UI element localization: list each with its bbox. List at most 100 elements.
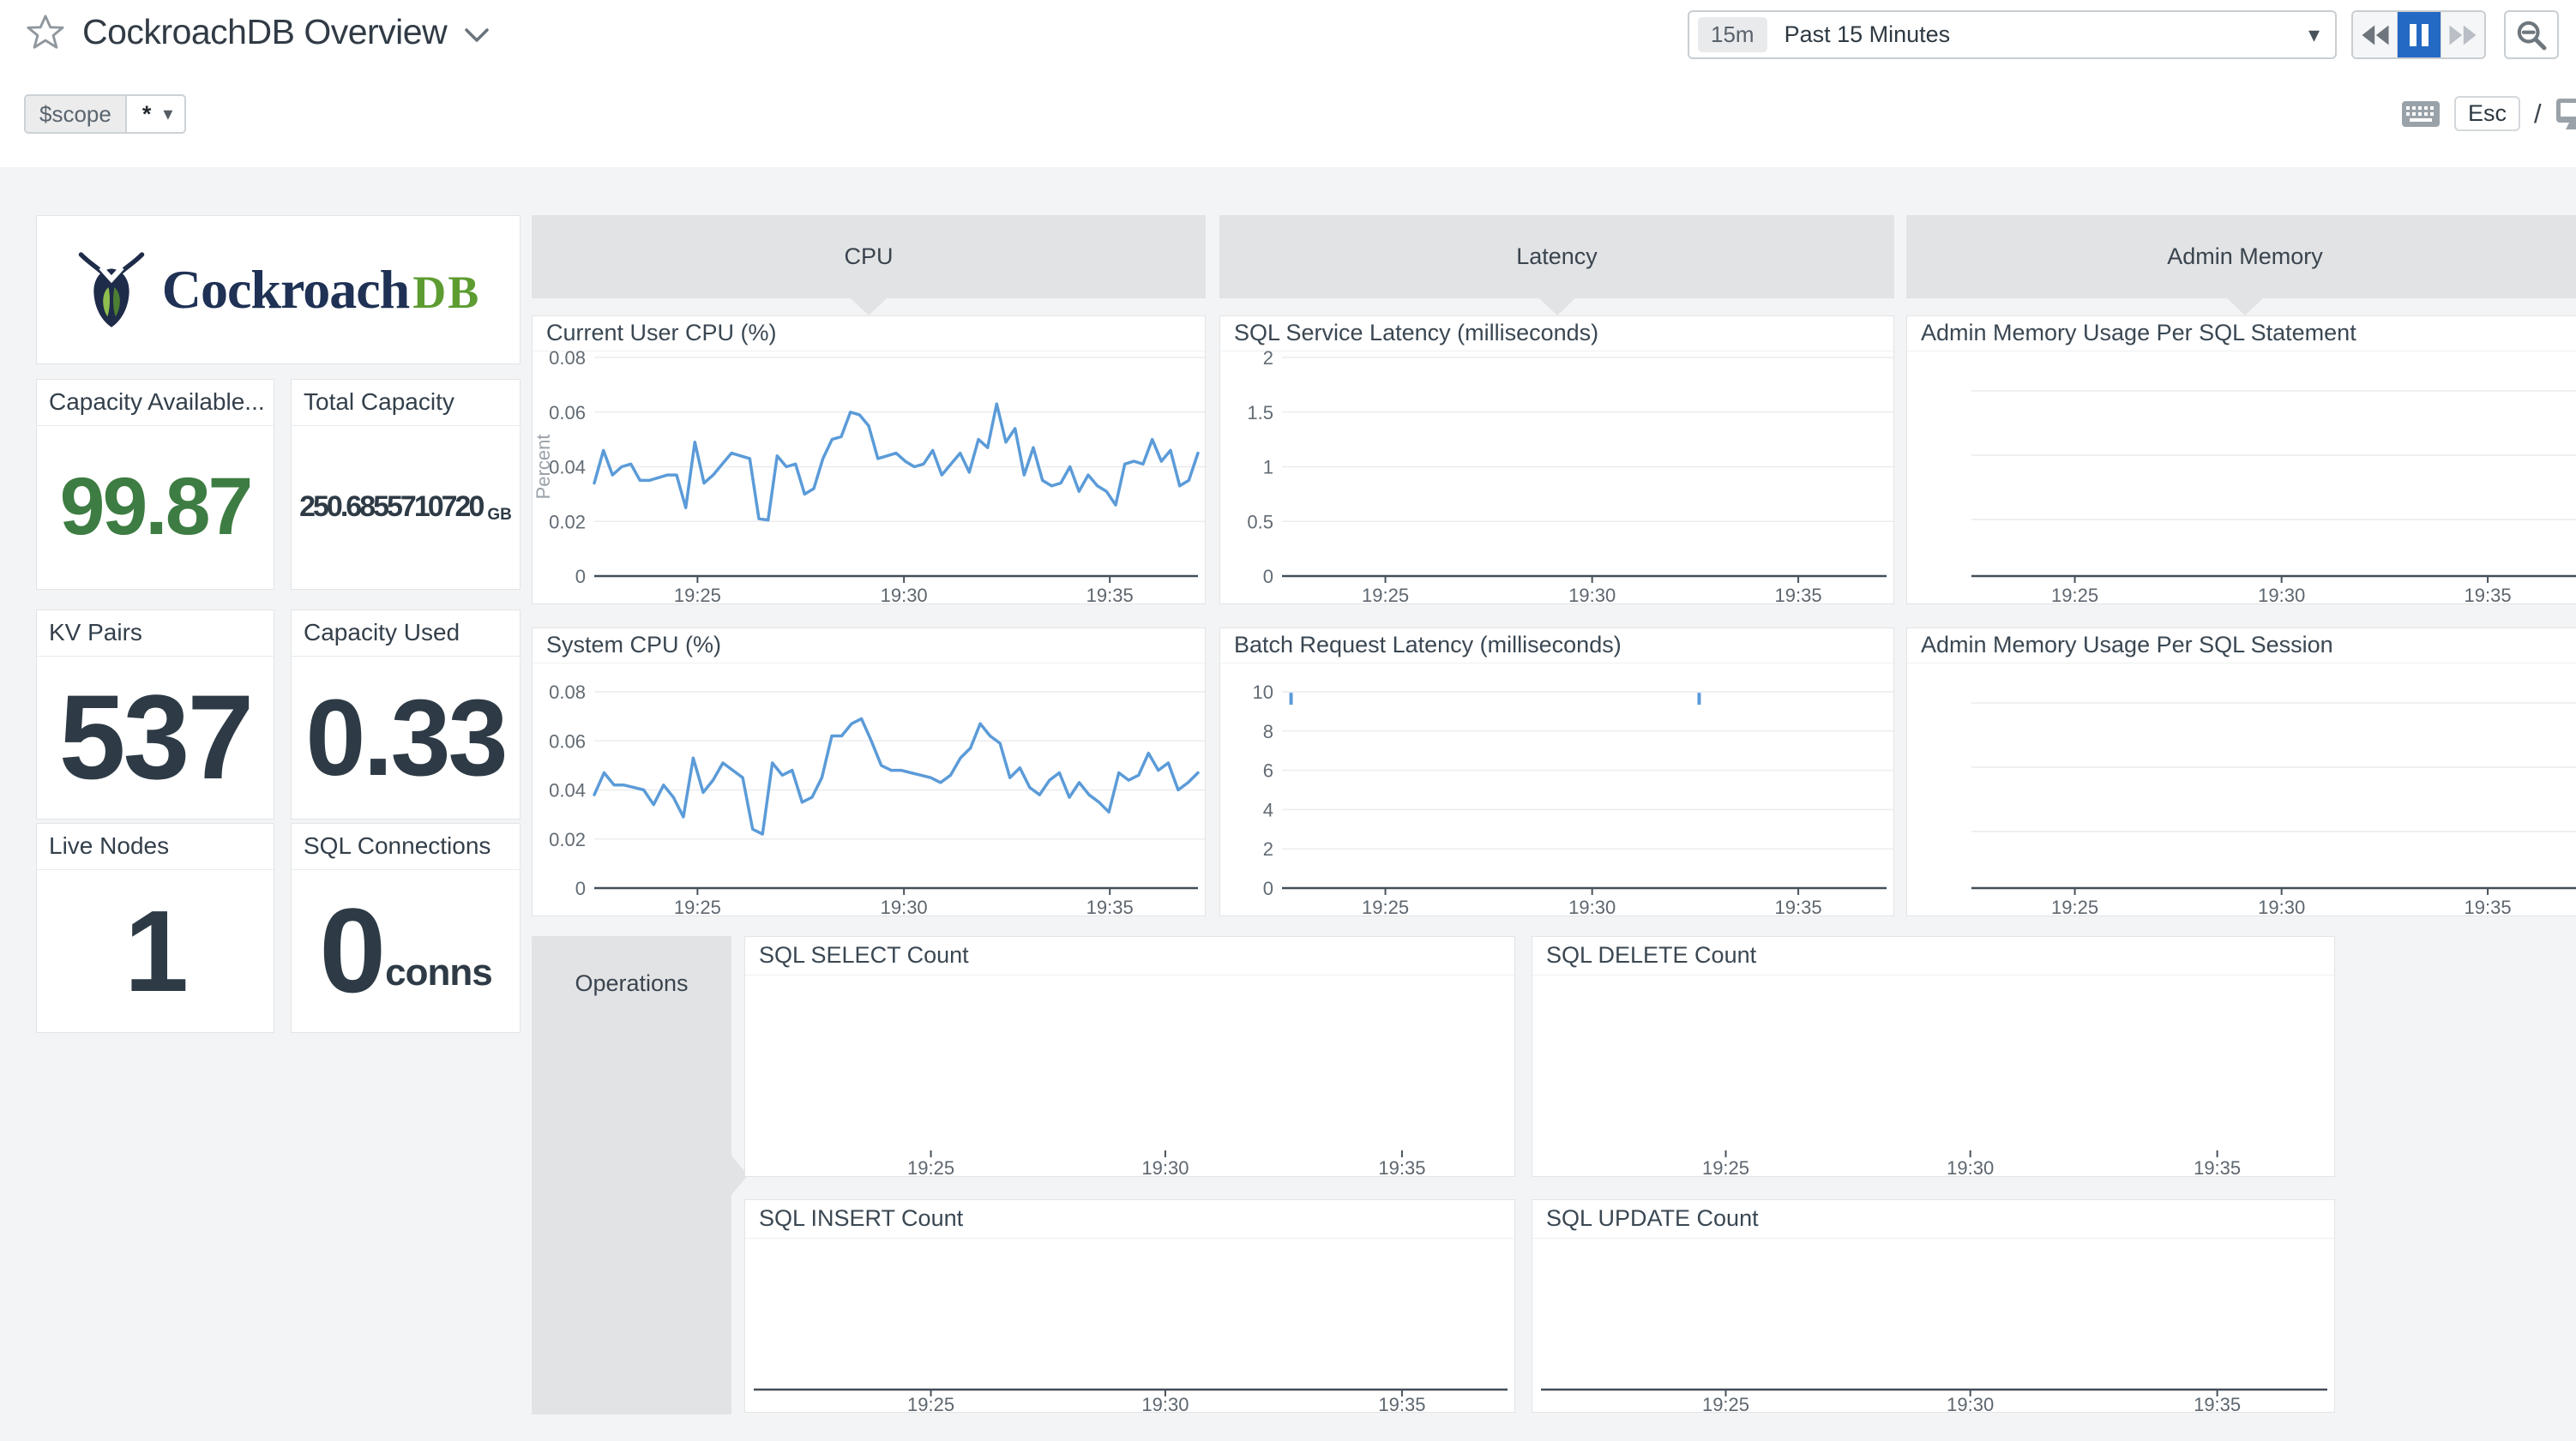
- stat-kv-pairs[interactable]: KV Pairs 537: [36, 609, 274, 820]
- stat-live-nodes[interactable]: Live Nodes 1: [36, 823, 274, 1033]
- svg-text:19:30: 19:30: [2258, 897, 2305, 916]
- svg-text:1.5: 1.5: [1247, 402, 1273, 423]
- svg-text:1: 1: [1263, 457, 1273, 478]
- svg-text:19:30: 19:30: [1568, 897, 1616, 916]
- svg-text:19:25: 19:25: [1362, 897, 1409, 916]
- chart-title: System CPU (%): [533, 628, 1205, 663]
- stat-unit: GB: [487, 506, 512, 525]
- stat-value: 0.33: [305, 675, 505, 800]
- chart-current-user-cpu[interactable]: Current User CPU (%) 00.020.040.060.0819…: [532, 315, 1206, 604]
- cockroachdb-logo-widget: CockroachDB: [36, 215, 521, 364]
- group-label: Admin Memory: [2167, 243, 2323, 270]
- svg-text:0.06: 0.06: [549, 730, 586, 752]
- time-range-label: Past 15 Minutes: [1785, 21, 2308, 48]
- chart-title: Current User CPU (%): [533, 316, 1205, 351]
- chart-title: SQL SELECT Count: [745, 937, 1514, 976]
- dashboard-title-row: CockroachDB Overview: [26, 12, 490, 52]
- svg-text:0: 0: [575, 878, 586, 899]
- svg-text:19:30: 19:30: [2258, 585, 2305, 603]
- chart-sql-select-count[interactable]: SQL SELECT Count 19:2519:3019:35: [744, 936, 1515, 1177]
- pause-button[interactable]: [2397, 12, 2441, 57]
- time-range-caret-icon: ▾: [2308, 21, 2320, 48]
- chart-title: SQL UPDATE Count: [1532, 1200, 2334, 1239]
- stat-title: SQL Connections: [292, 824, 520, 870]
- svg-text:19:35: 19:35: [1378, 1394, 1425, 1412]
- logo-db-suffix: DB: [412, 267, 480, 318]
- stat-sql-connections[interactable]: SQL Connections 0conns: [291, 823, 521, 1033]
- scope-variable-value: *: [127, 96, 164, 132]
- svg-text:19:30: 19:30: [881, 585, 928, 603]
- svg-text:2: 2: [1263, 838, 1273, 860]
- chart-admin-memory-session[interactable]: Admin Memory Usage Per SQL Session 19:25…: [1906, 627, 2576, 916]
- admin-memory-statement-plot: 19:2519:3019:35: [1907, 351, 2576, 603]
- stat-unit: conns: [385, 952, 492, 994]
- group-header-operations[interactable]: Operations: [532, 936, 731, 1414]
- fast-forward-button[interactable]: [2441, 12, 2484, 57]
- batch-request-latency-plot: 024681019:2519:3019:35: [1220, 663, 1893, 916]
- sql-update-count-plot: 19:2519:3019:35: [1532, 1238, 2334, 1412]
- slash-separator: /: [2534, 99, 2542, 129]
- stat-capacity-available[interactable]: Capacity Available... 99.87: [36, 379, 274, 590]
- stat-value: 250.6855710720: [299, 490, 482, 524]
- svg-text:0.5: 0.5: [1247, 511, 1273, 532]
- keyboard-icon[interactable]: [2401, 100, 2441, 128]
- chart-system-cpu[interactable]: System CPU (%) 00.020.040.060.0819:2519:…: [532, 627, 1206, 916]
- svg-text:10: 10: [1253, 681, 1273, 703]
- current-user-cpu-plot: 00.020.040.060.0819:2519:3019:35Percent: [533, 351, 1205, 603]
- chart-sql-service-latency[interactable]: SQL Service Latency (milliseconds) 0 0.5 1…: [1219, 315, 1894, 604]
- favorite-star-icon[interactable]: [26, 13, 65, 52]
- time-range-badge: 15m: [1698, 17, 1767, 52]
- chart-sql-update-count[interactable]: SQL UPDATE Count 19:2519:3019:35: [1532, 1199, 2335, 1413]
- fast-forward-icon: [2447, 22, 2478, 48]
- stat-title: Capacity Used: [292, 610, 520, 657]
- svg-text:19:35: 19:35: [1086, 585, 1134, 603]
- svg-text:19:35: 19:35: [1775, 585, 1822, 603]
- stat-value: 99.87: [60, 460, 251, 554]
- svg-text:6: 6: [1263, 760, 1273, 782]
- zoom-out-button[interactable]: [2504, 10, 2559, 59]
- system-cpu-plot: 00.020.040.060.0819:2519:3019:35: [533, 663, 1205, 916]
- group-header-latency[interactable]: Latency: [1219, 215, 1894, 298]
- group-header-admin-memory[interactable]: Admin Memory: [1906, 215, 2576, 298]
- stat-capacity-used[interactable]: Capacity Used 0.33: [291, 609, 521, 820]
- sql-insert-count-plot: 19:2519:3019:35: [745, 1238, 1514, 1412]
- svg-text:4: 4: [1263, 799, 1273, 820]
- svg-text:19:25: 19:25: [2051, 897, 2098, 916]
- svg-text:19:30: 19:30: [1141, 1157, 1189, 1176]
- group-label: Operations: [575, 970, 688, 996]
- svg-text:19:30: 19:30: [1141, 1394, 1189, 1412]
- group-label: CPU: [844, 243, 893, 270]
- chart-sql-delete-count[interactable]: SQL DELETE Count 19:2519:3019:35: [1532, 936, 2335, 1177]
- svg-text:19:25: 19:25: [907, 1157, 954, 1176]
- top-header: CockroachDB Overview 15m Past 15 Minutes…: [0, 0, 2576, 167]
- scope-variable-selector[interactable]: $scope * ▾: [24, 94, 186, 134]
- svg-text:19:30: 19:30: [1947, 1394, 1994, 1412]
- shortcut-hint-row: Esc /: [2401, 96, 2576, 131]
- svg-text:19:35: 19:35: [2465, 585, 2512, 603]
- time-range-selector[interactable]: 15m Past 15 Minutes ▾: [1688, 10, 2337, 59]
- svg-text:19:35: 19:35: [2194, 1157, 2241, 1176]
- svg-text:19:30: 19:30: [1568, 585, 1616, 603]
- title-chevron-down-icon[interactable]: [464, 27, 490, 45]
- svg-text:19:35: 19:35: [2465, 897, 2512, 916]
- chart-batch-request-latency[interactable]: Batch Request Latency (milliseconds) 024…: [1219, 627, 1894, 916]
- cockroach-bug-icon: [76, 245, 147, 334]
- svg-text:19:35: 19:35: [1086, 897, 1134, 916]
- svg-text:2: 2: [1263, 351, 1273, 369]
- rewind-icon: [2360, 22, 2391, 48]
- svg-text:19:35: 19:35: [1775, 897, 1822, 916]
- dashboard-title: CockroachDB Overview: [82, 12, 447, 52]
- logo-wordmark: Cockroach: [162, 259, 409, 320]
- tv-mode-icon[interactable]: [2555, 97, 2576, 131]
- svg-text:0: 0: [1263, 566, 1273, 587]
- stat-total-capacity[interactable]: Total Capacity 250.6855710720GB: [291, 379, 521, 590]
- chart-sql-insert-count[interactable]: SQL INSERT Count 19:2519:3019:35: [744, 1199, 1515, 1413]
- rewind-button[interactable]: [2353, 12, 2397, 57]
- group-header-cpu[interactable]: CPU: [532, 215, 1206, 298]
- chart-title: SQL DELETE Count: [1532, 937, 2334, 976]
- chart-title: SQL Service Latency (milliseconds): [1220, 316, 1893, 351]
- zoom-out-magnifier-icon: [2514, 18, 2549, 52]
- stat-title: Live Nodes: [37, 824, 274, 870]
- svg-text:0.08: 0.08: [549, 681, 586, 703]
- chart-admin-memory-statement[interactable]: Admin Memory Usage Per SQL Statement 19:…: [1906, 315, 2576, 604]
